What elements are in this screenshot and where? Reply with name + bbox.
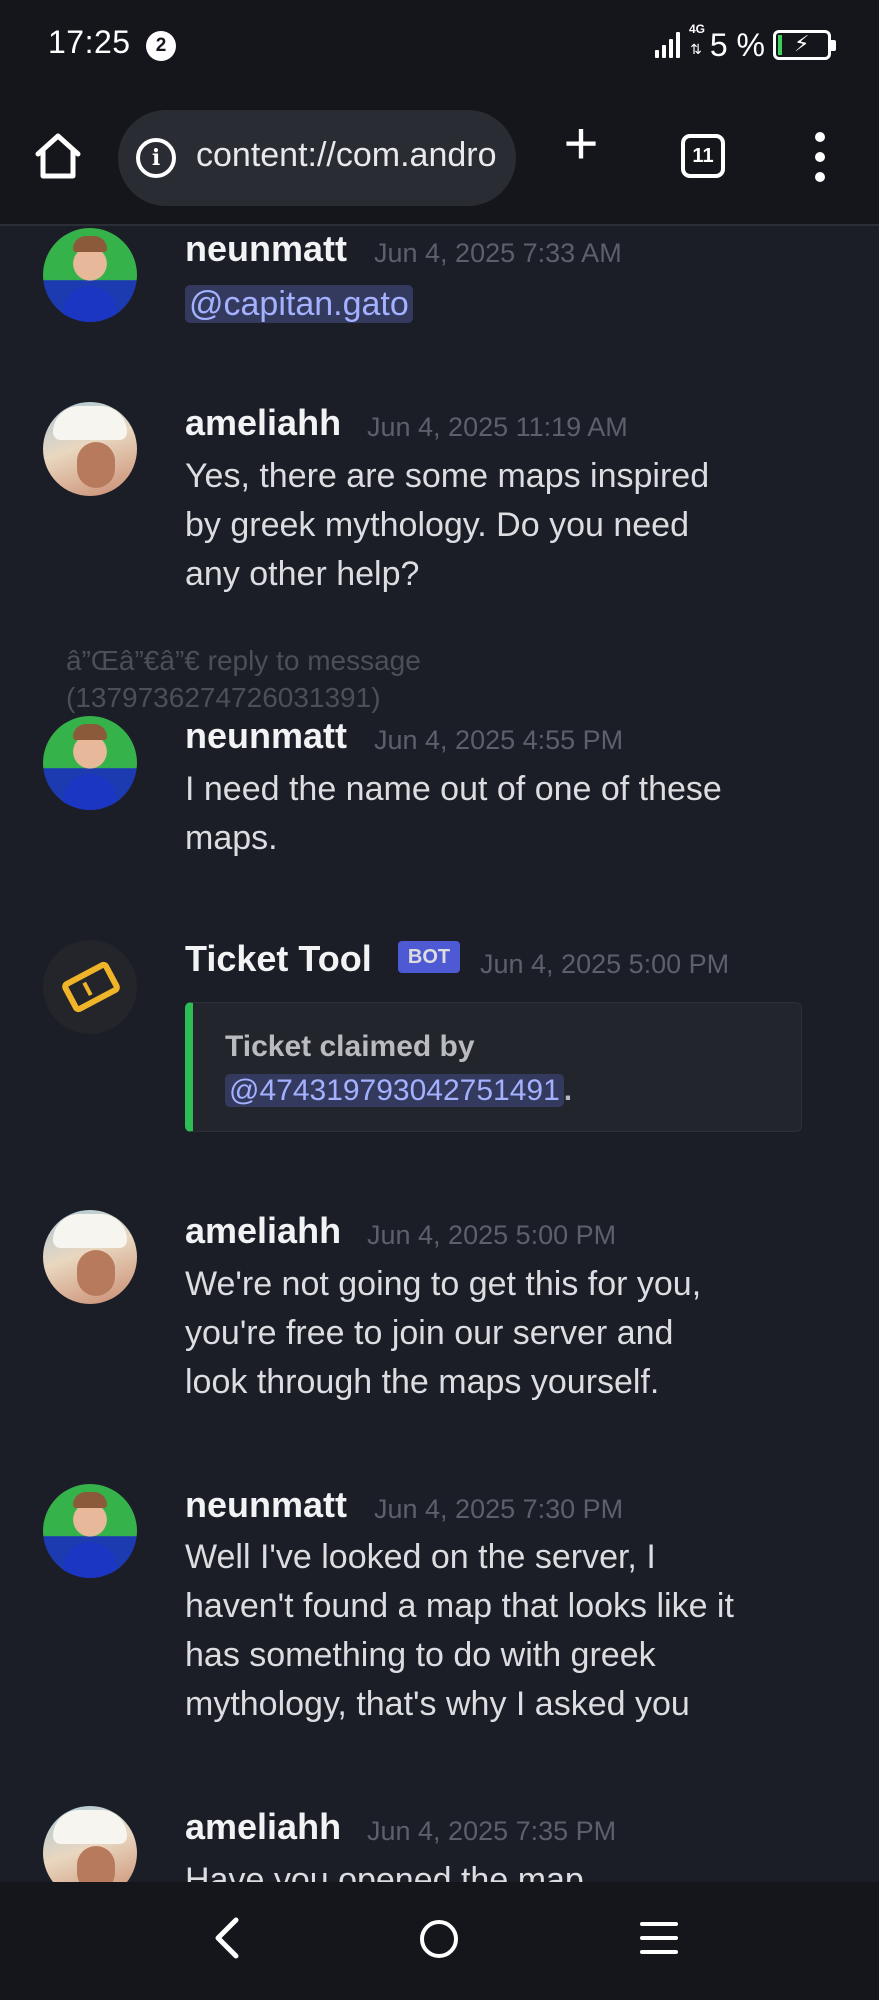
message-line: Yes, there are some maps inspired <box>185 457 710 495</box>
reply-marker: â”Œâ”€â”€ reply to message (137973627472… <box>66 642 766 716</box>
embed-title: Ticket claimed by <box>225 1030 475 1063</box>
recents-line <box>640 1936 678 1940</box>
battery-icon: ⚡ <box>773 30 836 60</box>
battery-percent: 5 % <box>709 26 765 63</box>
avatar[interactable] <box>43 402 137 496</box>
message-line: mythology, that's why I asked you <box>185 1685 690 1723</box>
avatar[interactable] <box>43 940 137 1034</box>
reply-marker-line: (1379736274726031391) <box>66 682 381 713</box>
notification-badge: 2 <box>146 31 176 61</box>
status-time: 17:25 <box>48 24 131 60</box>
status-indicators: ⇅ 5 % ⚡ <box>655 22 836 68</box>
message-line: Have you opened the map <box>185 1861 584 1882</box>
recents-line <box>640 1950 678 1954</box>
chat-transcript[interactable]: neunmatt Jun 4, 2025 7:33 AM @capitan.ga… <box>0 228 879 1882</box>
tab-switcher-button[interactable]: 11 <box>681 134 725 178</box>
signal-icon <box>655 32 681 58</box>
avatar[interactable] <box>43 716 137 810</box>
timestamp: Jun 4, 2025 7:35 PM <box>367 1816 617 1846</box>
back-button[interactable] <box>204 1910 254 1966</box>
reply-marker-line: â”Œâ”€â”€ reply to message <box>66 645 421 676</box>
message-line: We're not going to get this for you, <box>185 1265 702 1303</box>
message-line: I need the name out of one of these <box>185 770 722 808</box>
username[interactable]: neunmatt <box>185 228 347 270</box>
message-text: We're not going to get this for you, you… <box>185 1260 825 1407</box>
username[interactable]: neunmatt <box>185 1484 347 1526</box>
message-line: you're free to join our server and <box>185 1314 674 1352</box>
user-mention[interactable]: @capitan.gato <box>185 285 413 323</box>
timestamp: Jun 4, 2025 11:19 AM <box>367 412 628 442</box>
browser-toolbar: i content://com.android.chrome + 11 <box>0 92 879 226</box>
menu-dot <box>815 172 825 182</box>
avatar[interactable] <box>43 1806 137 1882</box>
message-text: I need the name out of one of these maps… <box>185 765 825 863</box>
embed-text: Ticket claimed by @474319793042751491. <box>225 1025 572 1113</box>
menu-dot <box>815 152 825 162</box>
embed-card: Ticket claimed by @474319793042751491. <box>185 1002 802 1132</box>
avatar[interactable] <box>43 1210 137 1304</box>
address-bar[interactable]: i content://com.android.chrome <box>118 110 516 206</box>
menu-dot <box>815 132 825 142</box>
status-bar: 17:25 2 4G ⇅ 5 % ⚡ <box>0 0 879 92</box>
ticket-icon <box>60 959 122 1015</box>
avatar[interactable] <box>43 1484 137 1578</box>
username[interactable]: Ticket Tool <box>185 938 372 980</box>
url-text[interactable]: content://com.android.chrome <box>196 136 498 175</box>
message-line: by greek mythology. Do you need <box>185 506 689 544</box>
message-line: maps. <box>185 819 278 857</box>
avatar[interactable] <box>43 228 137 322</box>
username[interactable]: ameliahh <box>185 1806 341 1848</box>
timestamp: Jun 4, 2025 4:55 PM <box>374 725 624 755</box>
home-button[interactable] <box>30 128 86 184</box>
battery-fill <box>778 35 782 55</box>
charging-icon: ⚡ <box>794 31 810 56</box>
timestamp: Jun 4, 2025 5:00 PM <box>367 1220 617 1250</box>
embed-suffix: . <box>563 1074 573 1107</box>
username[interactable]: ameliahh <box>185 402 341 444</box>
message-text: Well I've looked on the server, I haven'… <box>185 1533 825 1729</box>
home-icon <box>35 133 81 179</box>
timestamp: Jun 4, 2025 7:30 PM <box>374 1494 624 1524</box>
message-line: look through the maps yourself. <box>185 1363 660 1401</box>
message-line: has something to do with greek <box>185 1636 656 1674</box>
message-line: any other help? <box>185 555 420 593</box>
system-nav-bar <box>0 1882 879 2000</box>
user-mention[interactable]: @474319793042751491 <box>225 1074 564 1107</box>
username[interactable]: ameliahh <box>185 1210 341 1252</box>
timestamp: Jun 4, 2025 7:33 AM <box>374 238 622 268</box>
message-text: Have you opened the map <box>185 1856 825 1882</box>
recents-line <box>640 1922 678 1926</box>
more-menu-button[interactable] <box>808 132 832 182</box>
bot-badge: BOT <box>398 941 460 973</box>
back-icon <box>215 1917 239 1959</box>
new-tab-button[interactable]: + <box>555 114 607 174</box>
message-line: haven't found a map that looks like it <box>185 1587 734 1625</box>
message-text: Yes, there are some maps inspired by gre… <box>185 452 825 599</box>
data-activity-icon: ⇅ <box>690 41 702 57</box>
home-circle-button[interactable] <box>420 1920 458 1958</box>
info-icon[interactable]: i <box>136 138 176 178</box>
username[interactable]: neunmatt <box>185 715 347 757</box>
timestamp: Jun 4, 2025 5:00 PM <box>480 949 730 979</box>
recents-button[interactable] <box>640 1922 678 1954</box>
message-line: Well I've looked on the server, I <box>185 1538 656 1576</box>
